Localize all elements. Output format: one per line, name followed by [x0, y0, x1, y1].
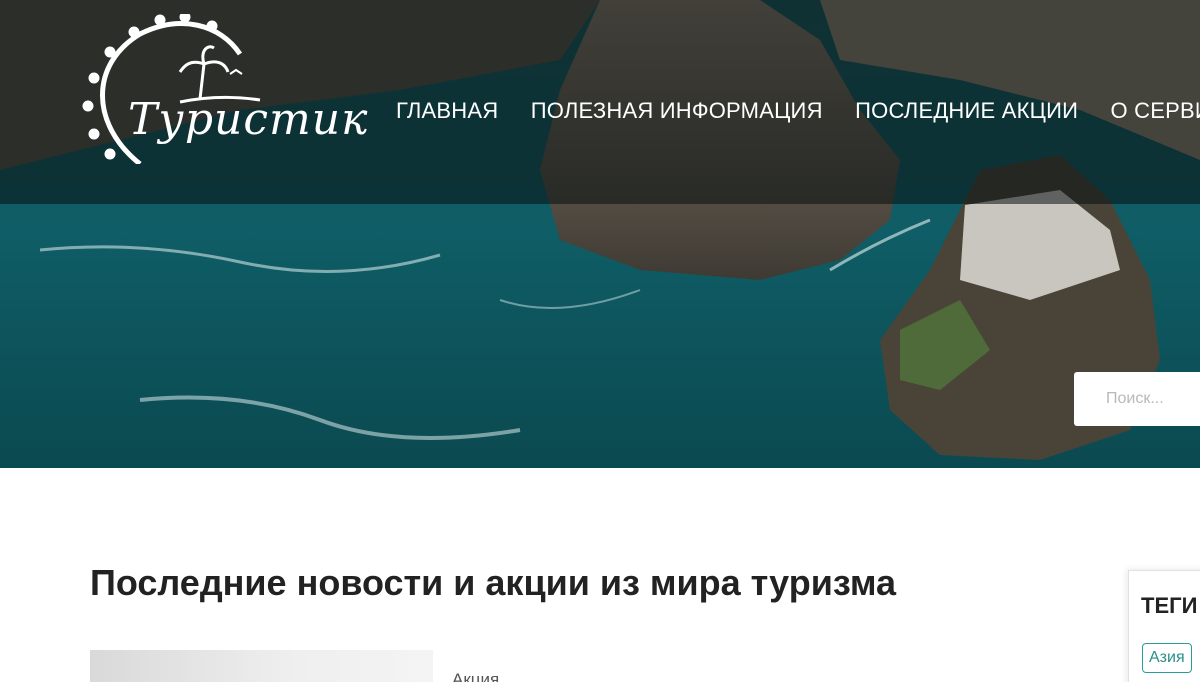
article-thumbnail[interactable] [90, 650, 433, 682]
nav-item-about-service[interactable]: О СЕРВИСЕ [1111, 98, 1200, 124]
article-category[interactable]: Акция [452, 670, 499, 682]
search-input[interactable] [1074, 372, 1200, 426]
nav-item-useful-info[interactable]: ПОЛЕЗНАЯ ИНФОРМАЦИЯ [531, 98, 823, 124]
tags-widget: ТЕГИ Азия [1128, 570, 1200, 682]
site-logo[interactable]: Туристик [80, 11, 367, 166]
hero-banner: Туристик ГЛАВНАЯ ПОЛЕЗНАЯ ИНФОРМАЦИЯ ПОС… [0, 0, 1200, 468]
logo-text: Туристик [128, 94, 369, 145]
nav-item-home[interactable]: ГЛАВНАЯ [396, 98, 498, 124]
main-navigation: ГЛАВНАЯ ПОЛЕЗНАЯ ИНФОРМАЦИЯ ПОСЛЕДНИЕ АК… [396, 98, 1200, 124]
page-title: Последние новости и акции из мира туризм… [90, 562, 897, 603]
tag-asia[interactable]: Азия [1142, 643, 1192, 673]
tags-widget-title: ТЕГИ [1141, 593, 1198, 618]
nav-item-latest-offers[interactable]: ПОСЛЕДНИЕ АКЦИИ [855, 98, 1078, 124]
